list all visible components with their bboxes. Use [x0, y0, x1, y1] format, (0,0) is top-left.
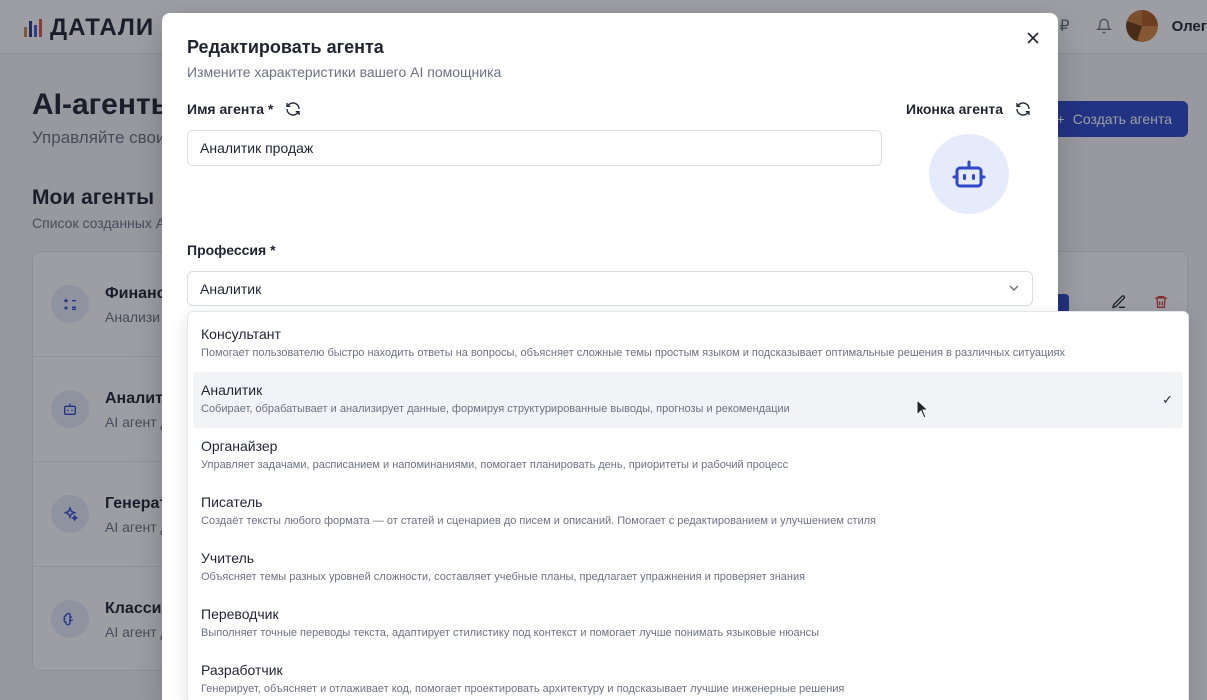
mouse-cursor-icon: [916, 398, 930, 419]
refresh-name-icon[interactable]: [285, 101, 301, 117]
profession-dropdown: Консультант Помогает пользователю быстро…: [187, 311, 1189, 700]
profession-option[interactable]: Учитель Объясняет темы разных уровней сл…: [193, 540, 1183, 596]
chevron-down-icon: [1008, 281, 1020, 297]
profession-label-text: Профессия *: [187, 242, 276, 258]
close-button[interactable]: [1024, 30, 1042, 48]
profession-option[interactable]: Органайзер Управляет задачами, расписани…: [193, 428, 1183, 484]
agent-icon-label-text: Иконка агента: [906, 101, 1004, 117]
check-icon: ✓: [1162, 392, 1173, 407]
close-icon: [1027, 31, 1039, 47]
option-description: Помогает пользователю быстро находить от…: [201, 347, 1065, 359]
dialog-title: Редактировать агента: [187, 37, 384, 57]
profession-select-value: Аналитик: [200, 280, 262, 297]
agent-name-label: Имя агента *: [187, 101, 301, 117]
profession-select[interactable]: Аналитик: [187, 271, 1033, 306]
agent-name-label-text: Имя агента *: [187, 101, 274, 117]
option-label: Учитель: [201, 550, 255, 566]
profession-option[interactable]: Писатель Создаёт тексты любого формата —…: [193, 484, 1183, 540]
dialog-subtitle: Измените характеристики вашего AI помощн…: [187, 64, 502, 80]
profession-option[interactable]: Разработчик Генерирует, объясняет и отла…: [193, 652, 1183, 700]
agent-avatar-bot-icon[interactable]: [929, 134, 1009, 214]
profession-option[interactable]: Переводчик Выполняет точные переводы тек…: [193, 596, 1183, 652]
option-description: Генерирует, объясняет и отлаживает код, …: [201, 683, 845, 695]
option-description: Управляет задачами, расписанием и напоми…: [201, 459, 789, 471]
agent-name-input[interactable]: [187, 130, 882, 166]
refresh-icon-icon[interactable]: [1015, 101, 1031, 117]
agent-icon-label: Иконка агента: [906, 101, 1031, 117]
option-label: Разработчик: [201, 662, 283, 678]
option-label: Писатель: [201, 494, 263, 510]
option-description: Собирает, обрабатывает и анализирует дан…: [201, 403, 790, 415]
profession-label: Профессия *: [187, 242, 276, 258]
option-description: Объясняет темы разных уровней сложности,…: [201, 571, 806, 583]
option-description: Выполняет точные переводы текста, адапти…: [201, 627, 820, 639]
option-description: Создаёт тексты любого формата — от стате…: [201, 515, 876, 527]
option-label: Аналитик: [201, 382, 263, 398]
profession-option-selected[interactable]: Аналитик Собирает, обрабатывает и анализ…: [193, 372, 1183, 428]
option-label: Консультант: [201, 326, 281, 342]
option-label: Переводчик: [201, 606, 279, 622]
profession-option[interactable]: Консультант Помогает пользователю быстро…: [193, 316, 1183, 372]
option-label: Органайзер: [201, 438, 278, 454]
